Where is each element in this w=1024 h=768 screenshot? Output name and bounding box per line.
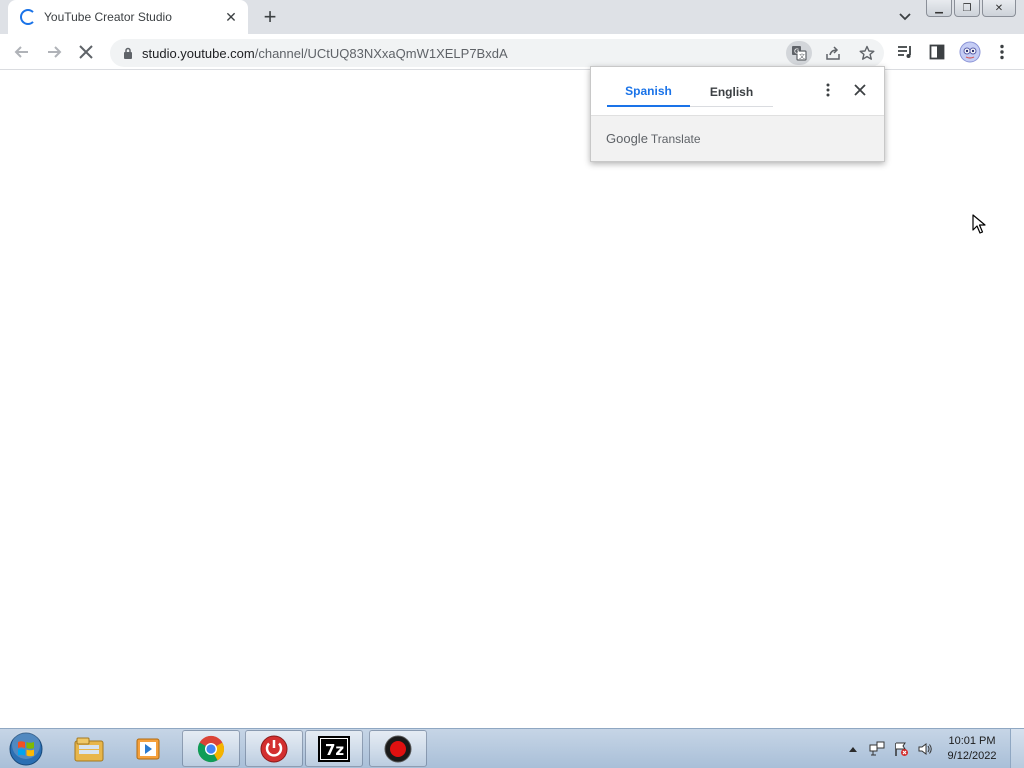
taskbar-power-app-icon[interactable]: [245, 730, 303, 767]
translate-popup: Spanish English Google Translate: [590, 66, 885, 162]
taskbar-explorer-icon[interactable]: [60, 730, 118, 767]
tab-search-icon[interactable]: [895, 8, 915, 26]
mouse-cursor-icon: [972, 214, 986, 239]
taskbar-recorder-icon[interactable]: [369, 730, 427, 767]
taskbar-7zip-icon[interactable]: 7z: [305, 730, 363, 767]
window-controls: ▁ ❐ ✕: [926, 0, 1016, 17]
sevenzip-label: 7z: [325, 741, 345, 759]
taskbar: 7z 10:01 PM 9/12/2022: [0, 728, 1024, 768]
taskbar-chrome-icon[interactable]: [182, 730, 240, 767]
back-arrow-icon[interactable]: [10, 40, 34, 64]
url-path: /channel/UCtUQ83NXxaQmW1XELP7BxdA: [254, 45, 508, 61]
profile-avatar-icon[interactable]: [958, 40, 982, 64]
language-tabs: Spanish English: [607, 77, 773, 107]
page-content: [0, 71, 1024, 728]
tab-close-button[interactable]: ✕: [222, 8, 240, 26]
media-controls-icon[interactable]: [893, 40, 917, 64]
network-icon[interactable]: [866, 738, 888, 760]
svg-text:文: 文: [799, 53, 805, 61]
restore-button[interactable]: ❐: [954, 0, 980, 17]
start-button[interactable]: [6, 731, 46, 767]
google-brand: Google: [606, 131, 648, 146]
minimize-button[interactable]: ▁: [926, 0, 952, 17]
close-window-button[interactable]: ✕: [982, 0, 1016, 17]
tab-youtube-studio[interactable]: YouTube Creator Studio ✕: [8, 0, 248, 34]
new-tab-button[interactable]: +: [258, 5, 282, 29]
tab-english[interactable]: English: [690, 77, 773, 107]
forward-arrow-icon[interactable]: [42, 40, 66, 64]
taskbar-media-player-icon[interactable]: [120, 730, 178, 767]
translate-label: Translate: [650, 131, 701, 146]
translate-footer: Google Translate: [591, 115, 884, 161]
tab-strip: YouTube Creator Studio ✕ + ▁ ❐ ✕: [0, 0, 1024, 34]
system-tray: 10:01 PM 9/12/2022: [840, 729, 1024, 768]
lock-icon[interactable]: [120, 45, 136, 61]
url-host: studio.youtube.com: [142, 45, 255, 61]
share-icon[interactable]: [820, 41, 846, 65]
tab-title: YouTube Creator Studio: [44, 10, 172, 24]
side-panel-icon[interactable]: [925, 40, 949, 64]
bookmark-star-icon[interactable]: [854, 41, 880, 65]
more-options-icon[interactable]: [819, 81, 837, 99]
omnibox-actions: G文: [786, 39, 880, 67]
chrome-menu-icon[interactable]: [990, 40, 1014, 64]
translate-icon[interactable]: G文: [786, 41, 812, 65]
show-hidden-icons-icon[interactable]: [842, 738, 864, 760]
tab-spanish[interactable]: Spanish: [607, 77, 690, 107]
clock-time: 10:01 PM: [948, 735, 996, 747]
address-bar[interactable]: studio.youtube.com/channel/UCtUQ83NXxaQm…: [110, 39, 884, 67]
clock-date: 9/12/2022: [947, 750, 997, 762]
volume-icon[interactable]: [914, 738, 936, 760]
clock[interactable]: 10:01 PM 9/12/2022: [942, 734, 1002, 764]
browser-toolbar: studio.youtube.com/channel/UCtUQ83NXxaQm…: [0, 34, 1024, 70]
close-icon[interactable]: [851, 81, 869, 99]
action-center-flag-icon[interactable]: [890, 738, 912, 760]
loading-spinner-icon: [20, 9, 36, 25]
show-desktop-button[interactable]: [1010, 729, 1024, 768]
stop-loading-icon[interactable]: [74, 40, 98, 64]
url-text[interactable]: studio.youtube.com/channel/UCtUQ83NXxaQm…: [142, 46, 508, 61]
